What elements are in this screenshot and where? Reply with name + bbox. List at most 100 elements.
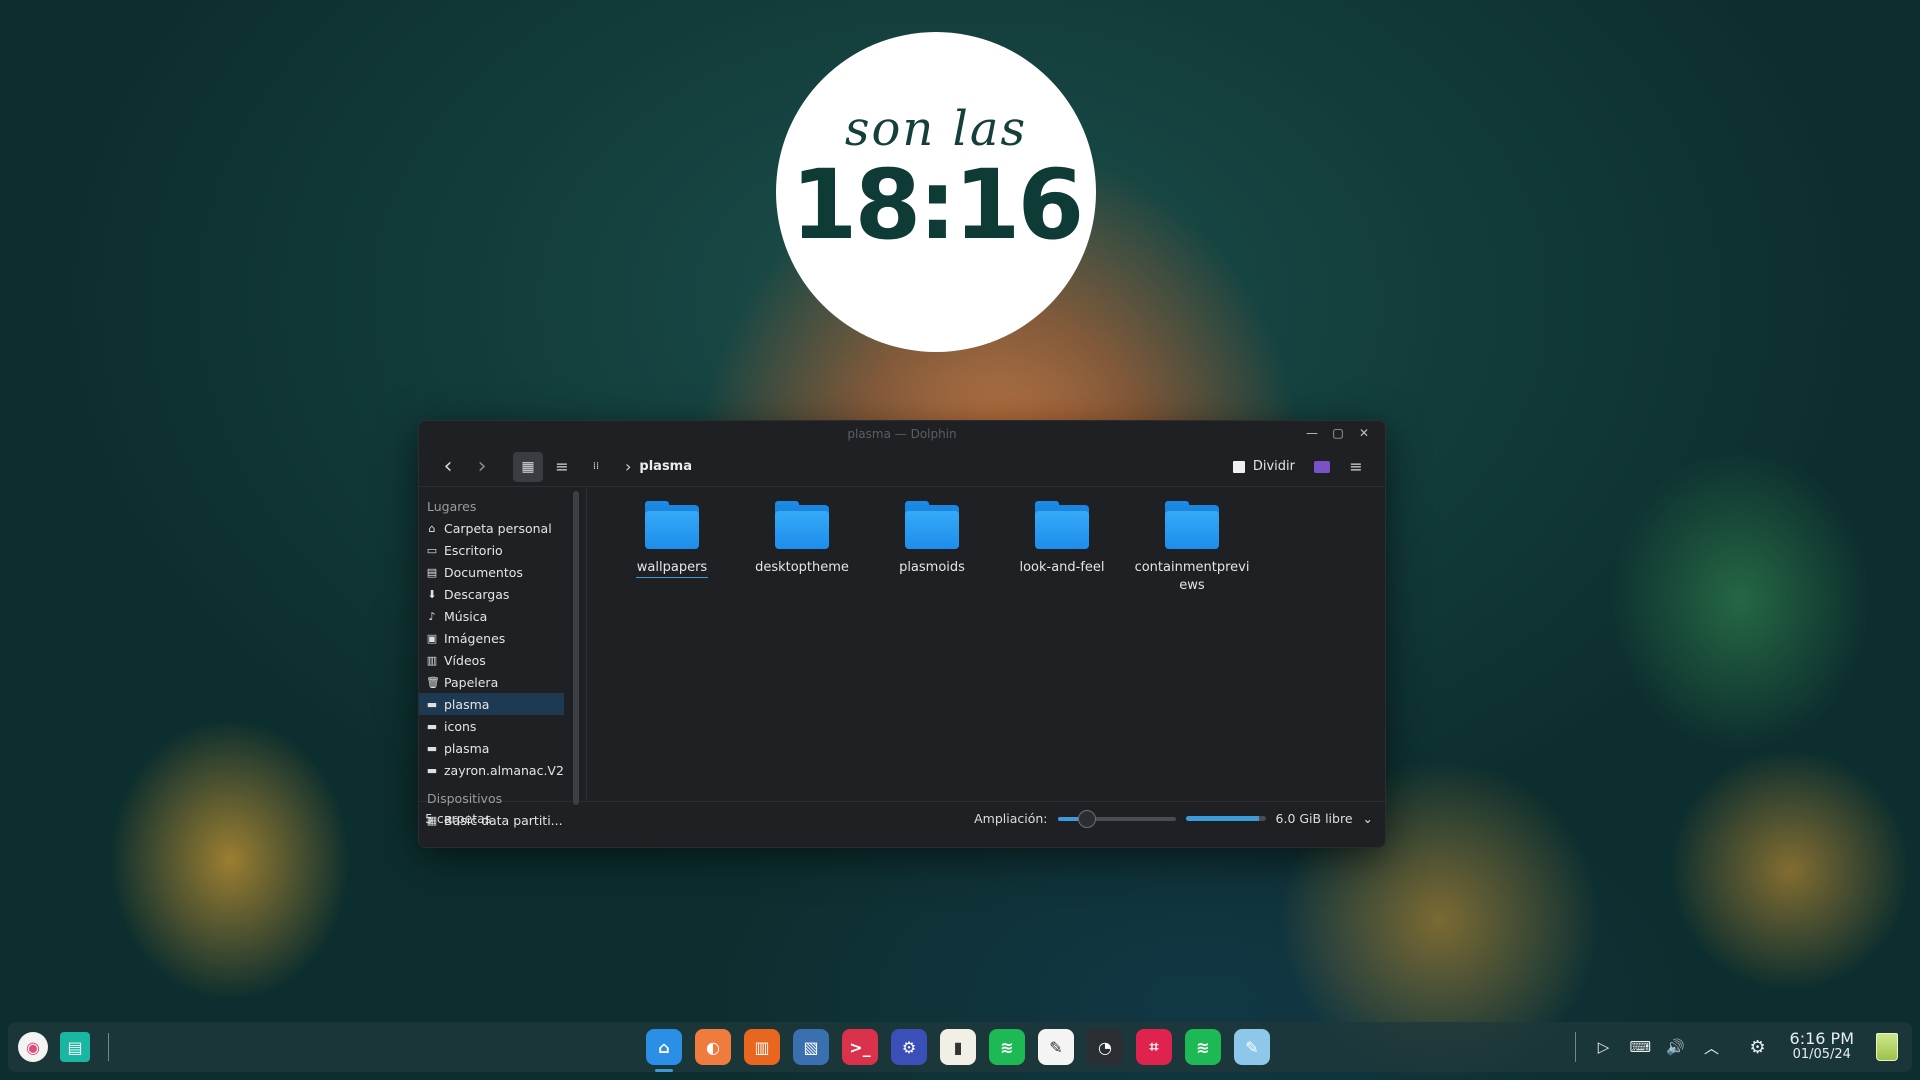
folder-icon — [903, 501, 961, 551]
taskbar-app[interactable]: ▧ — [793, 1029, 829, 1065]
terminal-panel-button[interactable] — [1307, 452, 1337, 482]
places-item-label: zayron.almanac.V2 — [444, 762, 564, 778]
taskbar-app[interactable]: ✎ — [1038, 1029, 1074, 1065]
app-launcher-button[interactable]: ◉ — [18, 1032, 48, 1062]
places-item[interactable]: ▣ Imágenes — [419, 627, 564, 649]
keyboard-icon[interactable]: ⌨ — [1630, 1038, 1652, 1056]
folder-name: desktoptheme — [755, 560, 849, 575]
icons-view-button[interactable]: ▦ — [513, 451, 543, 482]
folder-item[interactable]: look-and-feel — [997, 501, 1127, 595]
places-item[interactable]: ♪ Música — [419, 605, 564, 627]
places-item[interactable]: ▬ zayron.almanac.V2 — [419, 759, 564, 781]
places-item-label: plasma — [444, 696, 490, 712]
places-panel: Lugares ⌂ Carpeta personal ▭ Escritorio ▤ Doc… — [419, 487, 564, 828]
place-icon: ⬇ — [427, 587, 437, 601]
places-item[interactable]: ▤ Documentos — [419, 561, 564, 583]
free-space-bar — [1185, 816, 1266, 821]
forward-button[interactable]: › — [467, 452, 497, 482]
places-item[interactable]: ▭ Escritorio — [419, 539, 564, 561]
details-icon: ⁞⁞ — [592, 461, 600, 472]
places-item[interactable]: ▥ Vídeos — [419, 649, 564, 671]
app-icon: ▧ — [803, 1037, 819, 1057]
folder-icon — [1163, 501, 1221, 551]
back-button[interactable]: ‹ — [433, 452, 463, 482]
places-item-label: icons — [444, 718, 477, 734]
list-icon: ≡ — [555, 457, 569, 476]
clock-widget: son las 18:16 — [776, 32, 1096, 352]
places-item-label: Descargas — [444, 586, 510, 602]
folder-name: plasmoids — [899, 560, 965, 575]
taskbar-app[interactable]: ⌗ — [1136, 1029, 1172, 1065]
split-label: Dividir — [1252, 459, 1295, 474]
zoom-label: Ampliación: — [974, 811, 1048, 826]
overview-button[interactable]: ▤ — [60, 1032, 90, 1062]
digital-clock[interactable]: 6:16 PM 01/05/24 — [1790, 1031, 1854, 1063]
close-button[interactable]: ✕ — [1357, 425, 1371, 441]
hamburger-menu-button[interactable]: ≡ — [1341, 452, 1371, 482]
app-icon: >_ — [849, 1037, 871, 1057]
places-item[interactable]: ▬ plasma — [419, 693, 564, 715]
split-button[interactable]: Dividir — [1225, 459, 1303, 474]
taskbar-app[interactable]: ▥ — [744, 1029, 780, 1065]
folder-item[interactable]: containmentpreviews — [1127, 501, 1257, 595]
media-icon[interactable]: ▷ — [1594, 1038, 1614, 1056]
settings-icon[interactable]: ⚙ — [1748, 1037, 1768, 1058]
launcher-icon: ◉ — [26, 1037, 40, 1057]
app-icon: ▥ — [754, 1037, 770, 1057]
places-item[interactable]: ⬇ Descargas — [419, 583, 564, 605]
taskbar-app[interactable]: ≋ — [1185, 1029, 1221, 1065]
app-icon: ≋ — [1000, 1037, 1014, 1057]
expand-tray-icon[interactable]: ︿ — [1702, 1037, 1722, 1058]
clock-date-label: 01/05/24 — [1792, 1047, 1851, 1062]
maximize-button[interactable]: ▢ — [1331, 425, 1345, 441]
places-item-label: Imágenes — [444, 630, 506, 646]
taskbar-app[interactable]: ⌂ — [646, 1029, 682, 1072]
trash-icon[interactable] — [1876, 1033, 1898, 1061]
folder-item[interactable]: wallpapers — [607, 501, 737, 595]
window-titlebar[interactable]: plasma — Dolphin — ▢ ✕ — [419, 421, 1385, 447]
window-title: plasma — Dolphin — [847, 427, 957, 441]
place-icon: 🗑 — [426, 675, 440, 689]
taskbar-app[interactable]: ≋ — [989, 1029, 1025, 1065]
place-icon: ▤ — [426, 565, 438, 579]
file-view[interactable]: wallpapers desktoptheme plasmoids look-and-… — [586, 487, 1385, 801]
places-item[interactable]: 🗑 Papelera — [419, 671, 564, 693]
breadcrumb-separator-icon[interactable]: › — [625, 457, 631, 476]
places-section-header: Lugares — [427, 498, 477, 514]
breadcrumb-current[interactable]: plasma — [639, 459, 692, 474]
folder-item[interactable]: desktoptheme — [737, 501, 867, 595]
zoom-slider[interactable] — [1057, 809, 1176, 828]
folder-item[interactable]: plasmoids — [867, 501, 997, 595]
drive-icon: ▦ — [426, 813, 438, 827]
zoom-slider-handle[interactable] — [1078, 809, 1097, 828]
place-icon: ⌂ — [428, 521, 436, 535]
taskbar-app[interactable]: ◔ — [1087, 1029, 1123, 1065]
app-icon: ✎ — [1245, 1037, 1259, 1057]
place-icon: ▬ — [426, 763, 438, 777]
tray-separator — [1574, 1032, 1576, 1062]
places-scrollbar-thumb[interactable] — [573, 491, 579, 805]
places-device-item[interactable]: ▦ Basic data partiti... — [419, 809, 564, 831]
places-scrollbar[interactable] — [570, 491, 582, 805]
taskbar-app[interactable]: ⚙ — [891, 1029, 927, 1065]
minimize-button[interactable]: — — [1305, 425, 1319, 441]
dolphin-window: plasma — Dolphin — ▢ ✕ ‹ › ▦ ≡ ⁞⁞ › plas… — [418, 420, 1386, 848]
chevron-down-icon[interactable]: ⌄ — [1363, 811, 1373, 826]
taskbar-app[interactable]: ▮ — [940, 1029, 976, 1065]
place-icon: ▬ — [426, 741, 438, 755]
menu-icon: ≡ — [1349, 457, 1363, 476]
details-view-button[interactable]: ⁞⁞ — [581, 452, 611, 482]
places-item[interactable]: ▬ icons — [419, 715, 564, 737]
places-item-label: Carpeta personal — [444, 520, 552, 536]
taskbar-app[interactable]: ✎ — [1234, 1029, 1270, 1065]
taskbar-app[interactable]: >_ — [842, 1029, 878, 1065]
folder-icon — [643, 501, 701, 551]
places-item-label: Escritorio — [444, 542, 503, 558]
volume-icon[interactable]: 🔊 — [1666, 1038, 1686, 1056]
taskbar-app[interactable]: ◐ — [695, 1029, 731, 1065]
places-item[interactable]: ⌂ Carpeta personal — [419, 517, 564, 539]
compact-view-button[interactable]: ≡ — [547, 452, 577, 482]
places-item[interactable]: ▬ plasma — [419, 737, 564, 759]
free-space-label[interactable]: 6.0 GiB libre — [1276, 811, 1353, 826]
app-icon: ≋ — [1196, 1037, 1210, 1057]
